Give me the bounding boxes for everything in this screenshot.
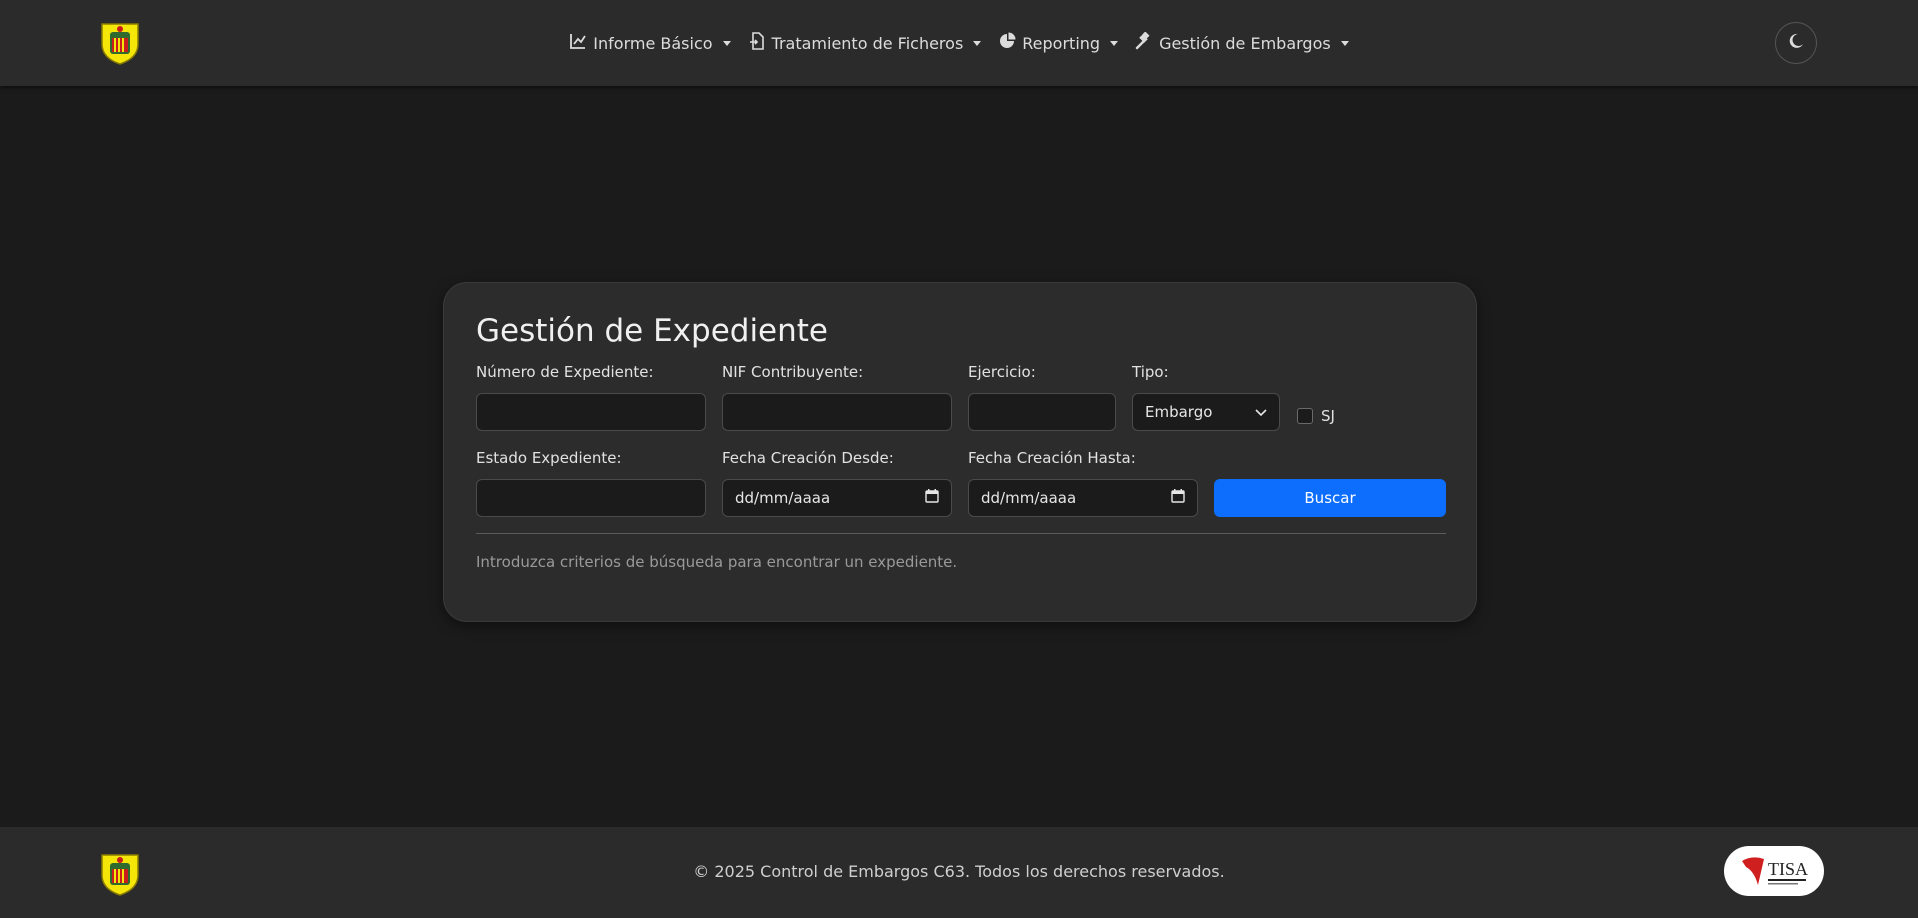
nav-tratamiento-ficheros-label: Tratamiento de Ficheros [771, 33, 964, 53]
divider [476, 533, 1446, 534]
numero-expediente-label: Número de Expediente: [476, 363, 654, 381]
copyright-text: © 2025 Control de Embargos C63. Todos lo… [693, 862, 1225, 881]
top-navbar: Informe Básico Tratamiento de Ficheros R… [0, 0, 1918, 86]
tisa-logo-text: TISA [1768, 859, 1808, 879]
nav-gestion-embargos[interactable]: Gestión de Embargos [1135, 31, 1349, 54]
tisa-logo: TISA [1724, 846, 1824, 896]
footer: © 2025 Control de Embargos C63. Todos lo… [0, 827, 1918, 918]
caret-down-icon [722, 40, 731, 46]
tipo-label: Tipo: [1132, 363, 1169, 381]
estado-expediente-input[interactable] [476, 479, 706, 517]
fecha-desde-input[interactable]: dd/mm/aaaa [722, 479, 952, 517]
chart-line-icon [569, 32, 587, 54]
ejercicio-input[interactable] [968, 393, 1116, 431]
file-import-icon [748, 32, 766, 54]
calendar-icon[interactable] [1171, 489, 1185, 507]
sj-checkbox[interactable] [1297, 408, 1313, 424]
fecha-hasta-input[interactable]: dd/mm/aaaa [968, 479, 1198, 517]
tipo-selected-value: Embargo [1145, 403, 1213, 421]
page-title: Gestión de Expediente [476, 313, 829, 349]
buscar-button[interactable]: Buscar [1214, 479, 1446, 517]
calendar-icon[interactable] [925, 489, 939, 507]
sj-label: SJ [1321, 407, 1335, 425]
fecha-hasta-placeholder: dd/mm/aaaa [981, 489, 1077, 507]
nif-label: NIF Contribuyente: [722, 363, 864, 381]
ejercicio-label: Ejercicio: [968, 363, 1036, 381]
numero-expediente-input[interactable] [476, 393, 706, 431]
caret-down-icon [1110, 40, 1119, 46]
nav-reporting[interactable]: Reporting [998, 32, 1119, 54]
main-menu: Informe Básico Tratamiento de Ficheros R… [569, 31, 1349, 54]
nav-tratamiento-ficheros[interactable]: Tratamiento de Ficheros [748, 32, 982, 54]
pie-chart-icon [998, 32, 1016, 54]
caret-down-icon [973, 40, 982, 46]
fecha-hasta-label: Fecha Creación Hasta: [968, 449, 1136, 467]
chevron-down-icon [1255, 403, 1267, 421]
fecha-desde-placeholder: dd/mm/aaaa [735, 489, 831, 507]
nif-input[interactable] [722, 393, 952, 431]
moon-icon [1788, 33, 1804, 53]
tipo-select[interactable]: Embargo [1132, 393, 1280, 431]
nav-informe-basico-label: Informe Básico [593, 33, 713, 53]
estado-expediente-label: Estado Expediente: [476, 449, 622, 467]
fecha-desde-label: Fecha Creación Desde: [722, 449, 894, 467]
crest-logo[interactable] [96, 18, 144, 66]
search-hint-text: Introduzca criterios de búsqueda para en… [476, 553, 958, 571]
nav-reporting-label: Reporting [1022, 33, 1101, 53]
gavel-icon [1135, 31, 1153, 54]
expediente-search-card: Gestión de Expediente Número de Expedien… [443, 282, 1477, 622]
theme-toggle-button[interactable] [1775, 22, 1817, 64]
nav-gestion-embargos-label: Gestión de Embargos [1159, 33, 1331, 53]
nav-informe-basico[interactable]: Informe Básico [569, 32, 731, 54]
caret-down-icon [1340, 40, 1349, 46]
